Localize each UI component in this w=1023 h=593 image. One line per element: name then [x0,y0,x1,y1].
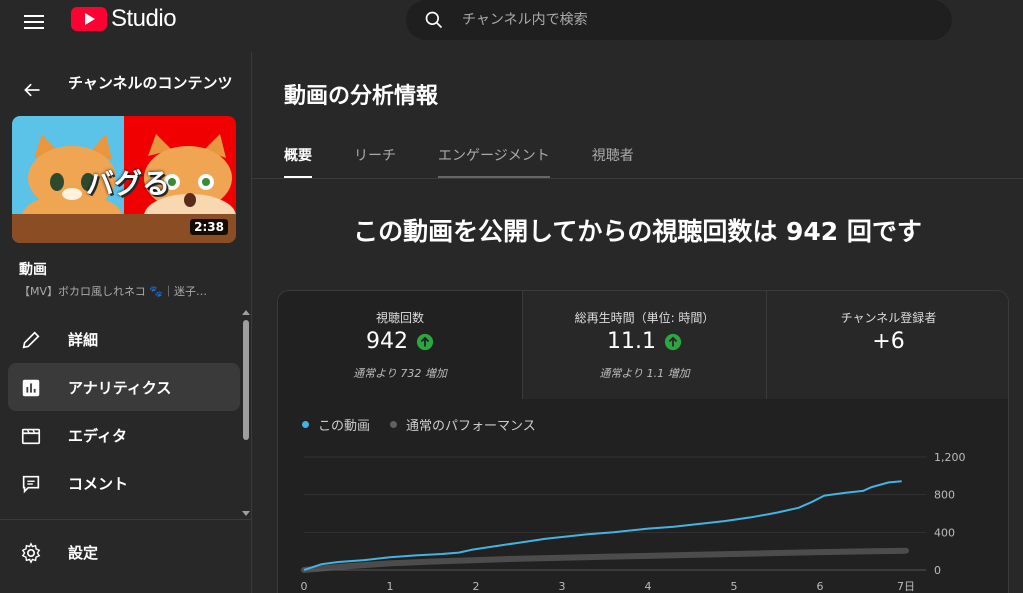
sidebar-nav: 詳細 アナリティクス エディタ コメント [8,315,240,507]
series-line-typical [301,547,909,573]
trend-up-icon [416,333,434,350]
x-tick-label: 2 [473,580,480,593]
metric-note: 通常より 732 増加 [353,367,447,380]
analytics-tabs: 概要 リーチ エンゲージメント 視聴者 [284,132,676,178]
thumbnail-overlay-text: バグる [86,167,171,200]
metric-views[interactable]: 視聴回数 942 通常より 732 増加 [278,291,522,399]
search-bar[interactable] [406,0,952,40]
sidebar-item-label: エディタ [68,427,127,445]
x-tick-label: 0 [301,580,308,593]
x-tick-label: 3 [559,580,566,593]
metric-subscribers[interactable]: チャンネル登録者 +6 [766,291,1008,399]
views-headline: この動画を公開してからの視聴回数は 942 回です [353,217,922,246]
metric-value: 11.1 [607,329,656,354]
search-input[interactable] [462,10,922,30]
metric-value: +6 [872,329,905,354]
studio-logo[interactable]: Studio [71,5,177,32]
sidebar-item-label: 詳細 [68,331,99,349]
sidebar-scrollbar[interactable] [243,320,249,440]
metric-label: 総再生時間（単位: 時間） [574,311,715,325]
legend-dot [302,421,309,428]
main-content: 動画の分析情報 概要 リーチ エンゲージメント 視聴者 この動画を公開してからの… [252,52,1023,593]
trend-up-icon [664,333,682,350]
metric-label: チャンネル登録者 [840,311,937,325]
sidebar-bottom-nav: 設定 [8,528,240,576]
y-tick-label: 800 [934,489,955,502]
legend-dot [390,421,398,428]
video-duration: 2:38 [190,219,228,235]
analytics-card: 視聴回数 942 通常より 732 増加 総再生時間（単位: 時間） 11.1 [277,290,1009,593]
x-tick-label: 6 [817,580,824,593]
sidebar-item-comments[interactable]: コメント [8,459,240,507]
legend-label: この動画 [318,419,371,434]
tabs-divider [252,178,1023,179]
tab-overview[interactable]: 概要 [284,132,312,178]
chart-legend: この動画 通常のパフォーマンス [302,415,556,434]
video-subtitle: 【MV】ボカロ風しれネコ 🐾｜迷子… [19,285,207,298]
x-tick-label: 7日 [897,580,915,593]
x-tick-label: 5 [731,580,738,593]
tab-reach[interactable]: リーチ [354,132,396,178]
sidebar: チャンネルのコンテンツ バグる 2:38 動画 【MV】ボカロ風しれネコ 🐾｜迷… [0,52,252,593]
sidebar-item-editor[interactable]: エディタ [8,411,240,459]
sidebar-item-details[interactable]: 詳細 [8,315,240,363]
metric-note: 通常より 1.1 増加 [599,367,690,380]
back-row: チャンネルのコンテンツ [0,62,252,110]
legend-label: 通常のパフォーマンス [406,419,536,434]
channel-content-title: チャンネルのコンテンツ [68,74,233,92]
youtube-logo-icon [71,7,107,31]
analytics-icon [22,379,40,397]
top-bar: Studio [0,0,1023,48]
sidebar-divider [0,519,251,520]
metric-tabs: 視聴回数 942 通常より 732 増加 総再生時間（単位: 時間） 11.1 [278,291,1008,399]
scroll-down-arrow[interactable] [242,511,250,516]
brand-name: Studio [111,5,177,32]
sidebar-item-label: 設定 [68,544,99,562]
page-title: 動画の分析情報 [284,84,439,109]
sidebar-item-label: コメント [68,475,129,493]
pencil-icon [22,331,40,349]
y-tick-label: 1,200 [934,451,966,464]
video-thumbnail[interactable]: バグる 2:38 [12,116,236,243]
x-tick-label: 4 [645,580,652,593]
search-icon[interactable] [424,10,444,30]
gear-icon [21,542,41,564]
sidebar-item-settings[interactable]: 設定 [8,528,240,576]
tab-audience[interactable]: 視聴者 [592,132,634,178]
x-tick-label: 1 [387,580,394,593]
metric-value: 942 [366,329,408,354]
editor-icon [21,428,41,445]
menu-icon[interactable] [24,12,44,32]
back-arrow-icon[interactable] [22,80,42,100]
sidebar-item-label: アナリティクス [68,379,172,397]
legend-item-this-video: この動画 [302,415,370,434]
y-tick-label: 0 [934,564,941,577]
views-line-chart: 0 400 800 1,200 0 1 2 3 4 5 6 7日 [301,451,966,593]
scroll-up-arrow[interactable] [242,310,250,315]
tab-engagement[interactable]: エンゲージメント [438,132,550,178]
y-tick-label: 400 [934,526,955,539]
video-label: 動画 [19,262,47,278]
metric-watch-time[interactable]: 総再生時間（単位: 時間） 11.1 通常より 1.1 増加 [522,291,766,399]
metric-label: 視聴回数 [375,311,424,325]
legend-item-typical: 通常のパフォーマンス [390,415,536,434]
comment-icon [22,475,40,494]
sidebar-item-analytics[interactable]: アナリティクス [8,363,240,411]
